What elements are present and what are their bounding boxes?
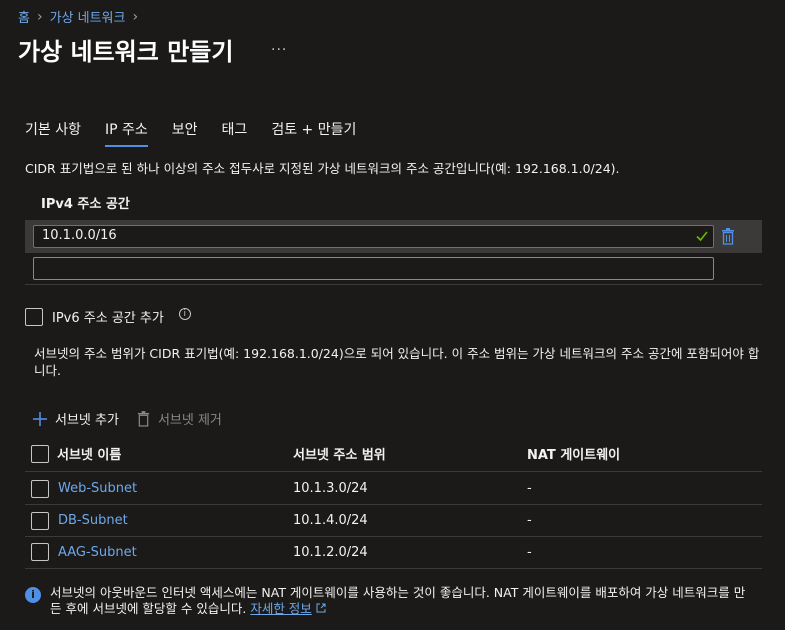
subnet-name-link[interactable]: AAG-Subnet [58,545,137,560]
ipv4-address-input[interactable]: 10.1.0.0/16 [33,225,714,248]
info-message-text: 서브넷의 아웃바운드 인터넷 액세스에는 NAT 게이트웨이를 사용하는 것이 … [50,585,746,616]
divider [25,504,762,505]
ipv4-address-empty-input[interactable] [33,257,714,280]
row-checkbox[interactable] [31,512,49,530]
subnet-range: 10.1.2.0/24 [293,545,368,560]
check-icon [696,231,708,242]
ipv4-header: IPv4 주소 공간 [41,197,130,212]
address-space-description: CIDR 표기법으로 된 하나 이상의 주소 접두사로 지정된 가상 네트워크의… [25,161,620,176]
subnet-toolbar: 서브넷 추가 서브넷 제거 [33,409,222,428]
subnet-name-link[interactable]: DB-Subnet [58,513,128,528]
more-options-icon[interactable]: ... [271,38,287,54]
subnet-nat: - [527,481,532,496]
breadcrumb-home[interactable]: 홈 [18,7,30,26]
delete-icon[interactable] [721,228,735,245]
chevron-right-icon: › [36,8,43,25]
info-icon[interactable]: i [178,307,191,320]
column-header-name[interactable]: 서브넷 이름 [57,444,121,463]
subnet-range: 10.1.3.0/24 [293,481,368,496]
divider [25,536,762,537]
learn-more-link[interactable]: 자세한 정보 [250,601,311,616]
external-link-icon [316,603,326,613]
column-header-nat[interactable]: NAT 게이트웨이 [527,444,620,463]
subnet-range: 10.1.4.0/24 [293,513,368,528]
page-title: 가상 네트워크 만들기 [18,38,234,66]
chevron-right-icon: › [132,8,139,25]
subnet-note: 서브넷의 주소 범위가 CIDR 표기법(예: 192.168.1.0/24)으… [34,346,760,378]
tab-review-create[interactable]: 검토 + 만들기 [271,119,356,147]
tab-tags[interactable]: 태그 [222,119,248,147]
plus-icon [33,411,47,426]
ipv6-option: IPv6 주소 공간 추가 i [25,307,191,326]
info-message: i 서브넷의 아웃바운드 인터넷 액세스에는 NAT 게이트웨이를 사용하는 것… [25,585,750,617]
remove-subnet-label: 서브넷 제거 [157,413,222,428]
row-checkbox[interactable] [31,480,49,498]
info-circle-icon: i [25,587,41,603]
divider [25,471,762,472]
add-subnet-label: 서브넷 추가 [55,413,119,428]
info-text: 서브넷의 아웃바운드 인터넷 액세스에는 NAT 게이트웨이를 사용하는 것이 … [50,585,750,617]
select-all-checkbox[interactable] [31,445,49,463]
subnet-nat: - [527,513,532,528]
tab-ip-addresses[interactable]: IP 주소 [104,119,148,147]
tab-bar: 기본 사항 IP 주소 보안 태그 검토 + 만들기 [25,119,380,147]
ipv6-label: IPv6 주소 공간 추가 [52,311,164,326]
remove-subnet-button[interactable]: 서브넷 제거 [137,409,222,428]
subnet-nat: - [527,545,532,560]
breadcrumb-current[interactable]: 가상 네트워크 [50,7,126,26]
ipv4-address-value: 10.1.0.0/16 [42,228,117,243]
column-header-range[interactable]: 서브넷 주소 범위 [293,444,386,463]
tab-security[interactable]: 보안 [172,119,198,147]
add-subnet-button[interactable]: 서브넷 추가 [33,409,119,428]
divider [25,284,762,285]
subnet-name-link[interactable]: Web-Subnet [58,481,137,496]
tab-basics[interactable]: 기본 사항 [25,119,81,147]
breadcrumb: 홈 › 가상 네트워크 › [18,7,141,27]
trash-icon [137,410,150,427]
row-checkbox[interactable] [31,543,49,561]
ipv6-checkbox[interactable] [25,307,43,326]
divider [25,568,762,569]
